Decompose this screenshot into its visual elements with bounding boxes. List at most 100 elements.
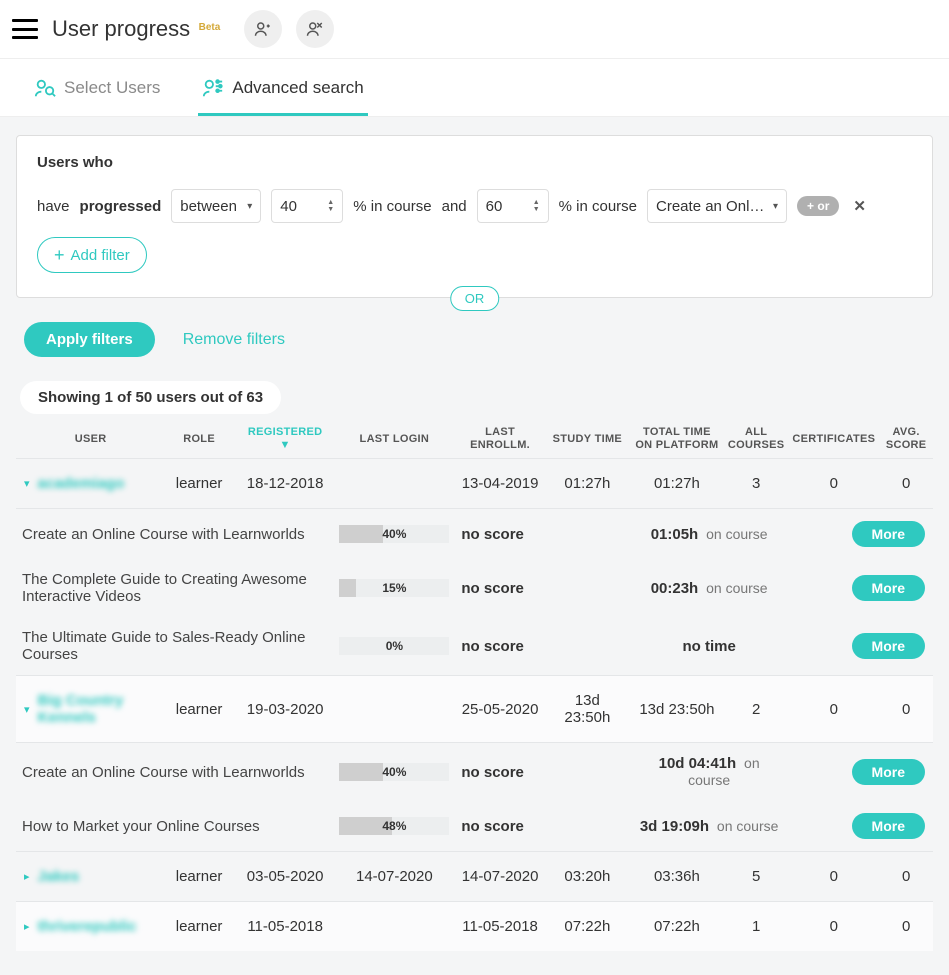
study-cell: 03:20h (545, 852, 630, 902)
course-value: Create an Online (656, 198, 766, 215)
avg-cell: 0 (879, 459, 933, 509)
avg-cell: 0 (879, 676, 933, 743)
course-name: The Ultimate Guide to Sales-Ready Online… (16, 617, 333, 676)
more-button[interactable]: More (852, 521, 925, 547)
course-name: The Complete Guide to Creating Awesome I… (16, 559, 333, 617)
expand-toggle[interactable]: ▸ (24, 870, 30, 883)
user-name[interactable]: Big Country Kennels (38, 692, 156, 726)
score-cell: no score (455, 617, 630, 676)
time-cell: no time (630, 617, 789, 676)
add-or-chip[interactable]: + or (797, 196, 839, 216)
tab-label: Select Users (64, 78, 160, 98)
results-table: USER ROLE REGISTERED ▼ LAST LOGIN LAST E… (16, 420, 933, 951)
score-cell: no score (455, 743, 630, 802)
progress-cell: 40% (333, 743, 455, 802)
user-stats-button[interactable] (244, 10, 282, 48)
registered-cell: 18-12-2018 (237, 459, 333, 509)
th-study-time[interactable]: STUDY TIME (545, 420, 630, 459)
th-avg[interactable]: AVG. SCORE (879, 420, 933, 459)
more-button[interactable]: More (852, 575, 925, 601)
user-activity-button[interactable] (296, 10, 334, 48)
th-user[interactable]: USER (16, 420, 161, 459)
plus-icon: + (54, 245, 65, 266)
course-name: How to Market your Online Courses (16, 801, 333, 852)
user-name[interactable]: Jakes (38, 868, 80, 885)
action-row: Apply filters Remove filters (24, 322, 925, 357)
time-cell: 3d 19:09h on course (630, 801, 789, 852)
courses-cell: 3 (724, 459, 789, 509)
add-filter-button[interactable]: + Add filter (37, 237, 147, 273)
filter-panel: Users who have progressed between ▾ 40 ▲… (16, 135, 933, 298)
cert-cell: 0 (788, 676, 879, 743)
avg-cell: 0 (879, 902, 933, 952)
registered-cell: 03-05-2020 (237, 852, 333, 902)
study-cell: 13d 23:50h (545, 676, 630, 743)
course-sub-row: The Complete Guide to Creating Awesome I… (16, 559, 933, 617)
more-button[interactable]: More (852, 813, 925, 839)
user-name[interactable]: academiago (38, 475, 125, 492)
tab-advanced-search[interactable]: Advanced search (198, 69, 367, 116)
course-select[interactable]: Create an Online ▾ (647, 189, 787, 223)
min-percent-input[interactable]: 40 ▲▼ (271, 189, 343, 223)
total-cell: 03:36h (630, 852, 724, 902)
or-divider[interactable]: OR (450, 286, 500, 311)
th-role[interactable]: ROLE (161, 420, 237, 459)
expand-toggle[interactable]: ▸ (24, 920, 30, 933)
th-cert[interactable]: CERTIFICATES (788, 420, 879, 459)
tab-label: Advanced search (232, 78, 363, 98)
total-cell: 13d 23:50h (630, 676, 724, 743)
score-cell: no score (455, 559, 630, 617)
table-row: ▸thriverepubliclearner11-05-201811-05-20… (16, 902, 933, 952)
last-enroll-cell: 11-05-2018 (455, 902, 544, 952)
progress-cell: 48% (333, 801, 455, 852)
last-enroll-cell: 14-07-2020 (455, 852, 544, 902)
last-enroll-cell: 13-04-2019 (455, 459, 544, 509)
last-login-cell (333, 902, 455, 952)
th-all-courses[interactable]: ALL COURSES (724, 420, 789, 459)
sort-desc-icon: ▼ (280, 439, 291, 451)
table-row: ▾academiagolearner18-12-201813-04-201901… (16, 459, 933, 509)
last-login-cell (333, 459, 455, 509)
th-last-enroll[interactable]: LAST ENROLLM. (455, 420, 544, 459)
last-enroll-cell: 25-05-2020 (455, 676, 544, 743)
courses-cell: 1 (724, 902, 789, 952)
stepper-icon: ▲▼ (327, 199, 334, 213)
role-cell: learner (161, 459, 237, 509)
remove-filter-icon[interactable]: ✕ (853, 197, 866, 215)
courses-cell: 2 (724, 676, 789, 743)
course-sub-row: Create an Online Course with Learnworlds… (16, 743, 933, 802)
course-sub-row: How to Market your Online Courses48%no s… (16, 801, 933, 852)
time-cell: 01:05h on course (630, 509, 789, 560)
user-name[interactable]: thriverepublic (38, 918, 137, 935)
more-button[interactable]: More (852, 633, 925, 659)
th-total-time[interactable]: TOTAL TIME ON PLATFORM (630, 420, 724, 459)
time-cell: 00:23h on course (630, 559, 789, 617)
more-button[interactable]: More (852, 759, 925, 785)
th-registered[interactable]: REGISTERED ▼ (237, 420, 333, 459)
role-cell: learner (161, 852, 237, 902)
remove-filters-link[interactable]: Remove filters (183, 331, 285, 349)
th-last-login[interactable]: LAST LOGIN (333, 420, 455, 459)
score-cell: no score (455, 801, 630, 852)
time-cell: 10d 04:41h on course (630, 743, 789, 802)
progress-cell: 15% (333, 559, 455, 617)
cert-cell: 0 (788, 902, 879, 952)
min-value: 40 (280, 198, 297, 215)
courses-cell: 5 (724, 852, 789, 902)
expand-toggle[interactable]: ▾ (24, 703, 30, 716)
user-activity-icon (306, 20, 324, 38)
expand-toggle[interactable]: ▾ (24, 477, 30, 490)
course-sub-row: Create an Online Course with Learnworlds… (16, 509, 933, 560)
advanced-filter-icon (202, 77, 224, 99)
filter-text-and: and (442, 198, 467, 215)
beta-badge: Beta (199, 22, 221, 33)
filter-row: have progressed between ▾ 40 ▲▼ % in cou… (37, 189, 912, 223)
apply-filters-button[interactable]: Apply filters (24, 322, 155, 357)
menu-icon[interactable] (12, 19, 38, 39)
result-count: Showing 1 of 50 users out of 63 (20, 381, 281, 414)
top-bar: User progress Beta (0, 0, 949, 59)
percent-label: % in course (353, 198, 431, 215)
tab-select-users[interactable]: Select Users (30, 69, 164, 116)
max-percent-input[interactable]: 60 ▲▼ (477, 189, 549, 223)
condition-select[interactable]: between ▾ (171, 189, 261, 223)
